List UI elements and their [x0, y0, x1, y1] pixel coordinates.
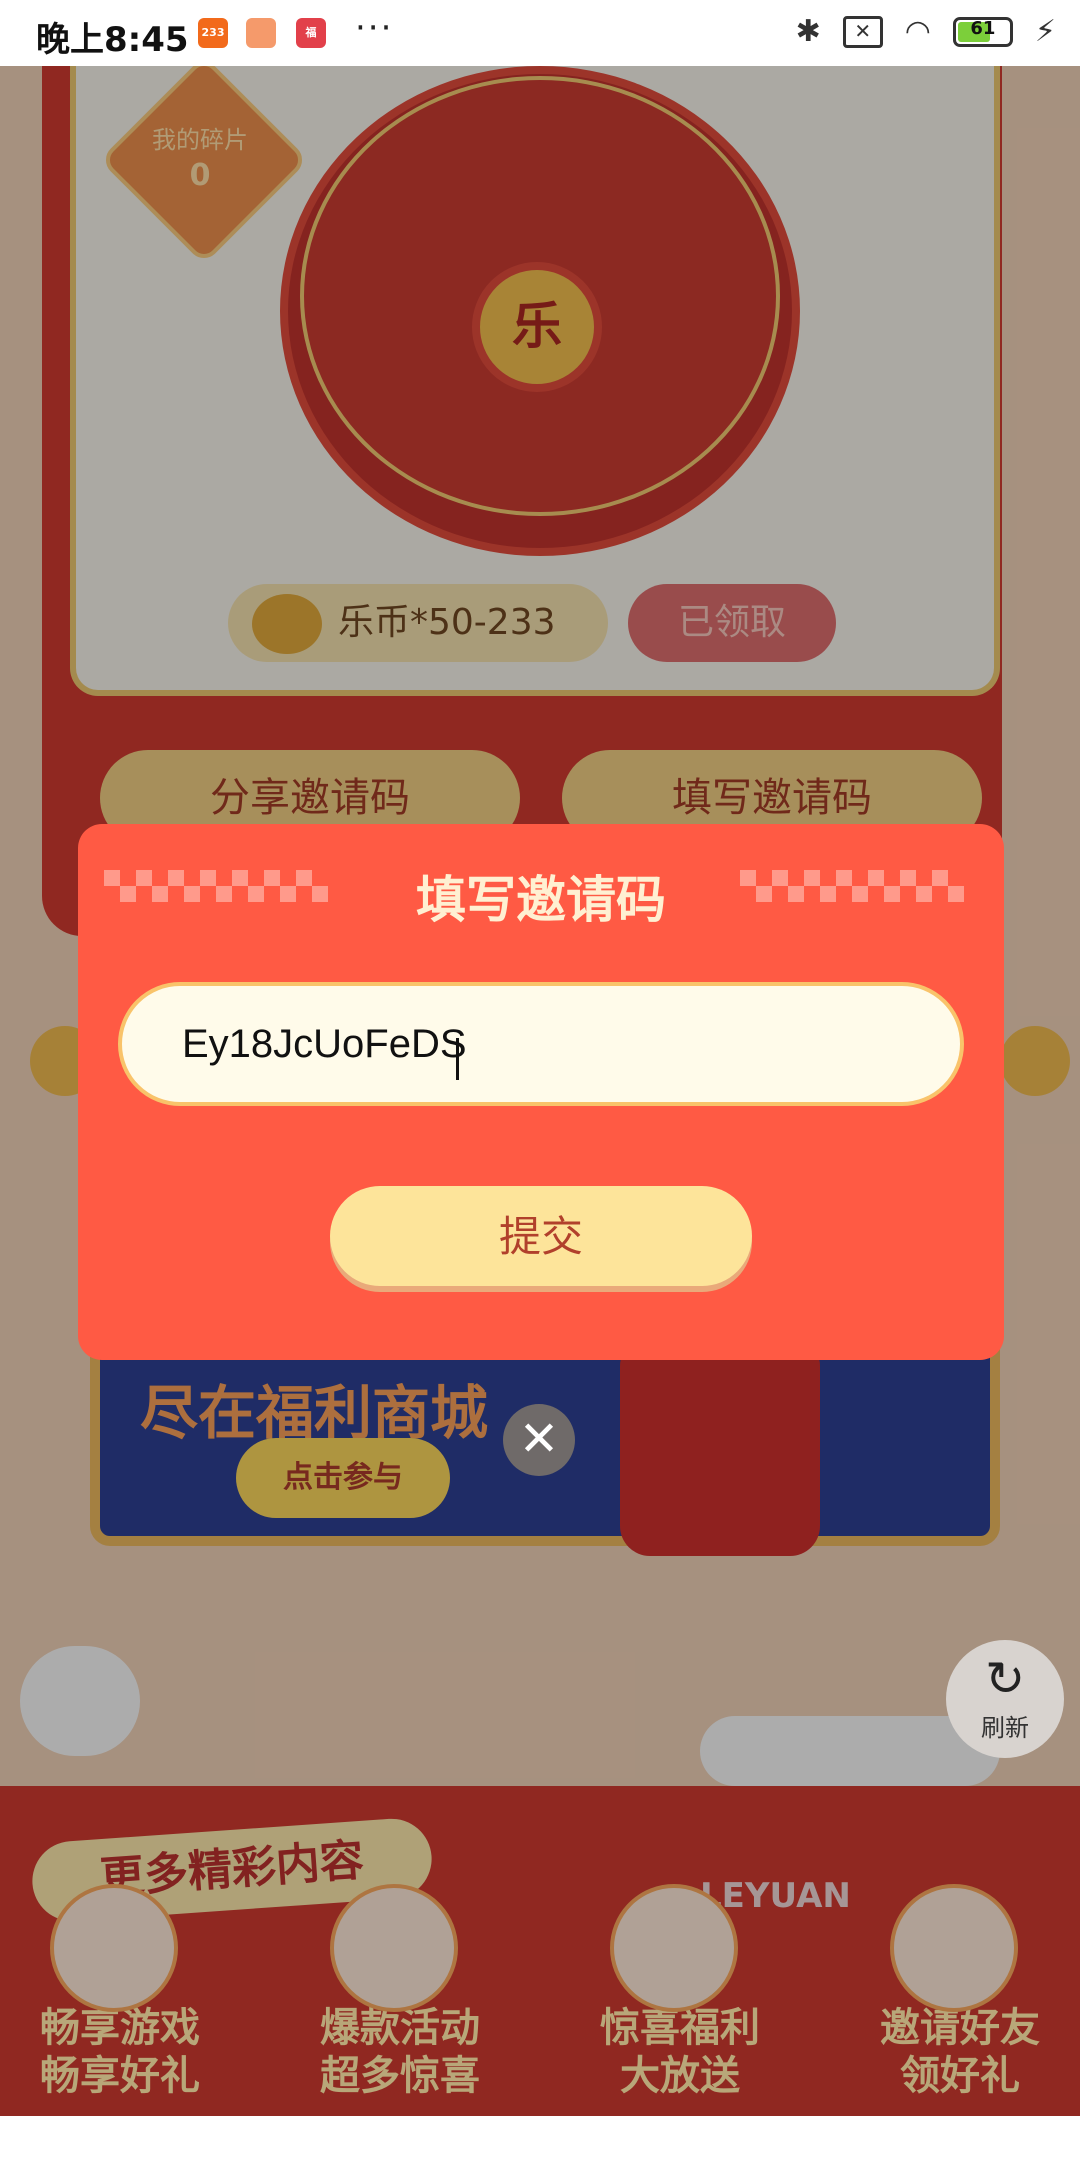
submit-button[interactable]: 提交: [330, 1186, 752, 1286]
close-icon[interactable]: ✕: [503, 1404, 575, 1476]
invite-code-dialog: 填写邀请码 提交: [78, 824, 1004, 1360]
refresh-button[interactable]: ↻ 刷新: [946, 1640, 1064, 1758]
sim-off-icon: ✕: [842, 15, 883, 48]
system-nav-bar: [0, 2116, 1080, 2160]
red-app-icon: 福: [296, 18, 326, 48]
app-233-icon: 233: [198, 18, 228, 48]
bluetooth-icon: ✱: [795, 14, 821, 49]
status-time: 晚上8:45: [36, 20, 189, 60]
more-notifications-icon: ···: [355, 8, 394, 48]
wifi-icon: ◠: [904, 14, 931, 49]
text-cursor: [456, 1038, 459, 1080]
refresh-icon: ↻: [984, 1651, 1026, 1707]
battery-icon: 61: [952, 16, 1013, 47]
shopping-bag-icon: [246, 18, 276, 48]
status-bar: 晚上8:45 233 福 ··· ✱ ✕ ◠ 61 ⚡: [0, 0, 1080, 66]
refresh-label: 刷新: [981, 1714, 1029, 1742]
charging-icon: ⚡: [1034, 14, 1056, 49]
invite-code-input[interactable]: [118, 982, 964, 1106]
dialog-title: 填写邀请码: [416, 871, 666, 929]
